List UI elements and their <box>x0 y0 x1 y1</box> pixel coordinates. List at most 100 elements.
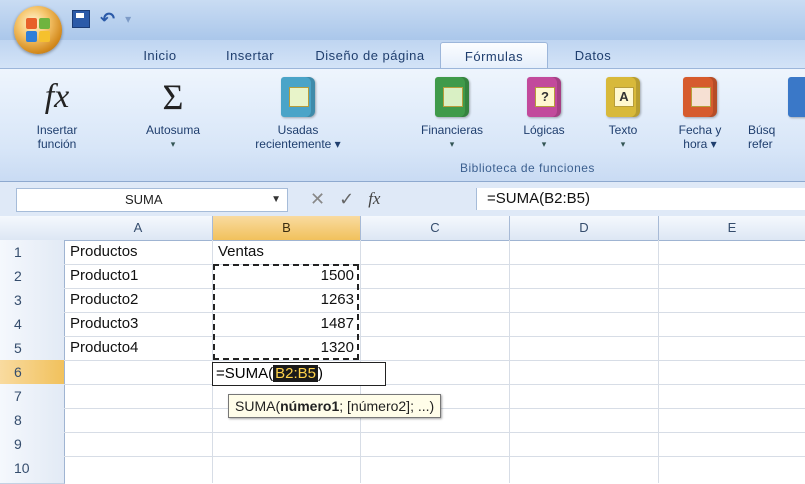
datetime-functions-button[interactable]: Fecha y hora ▾ <box>668 77 732 151</box>
row-header-9[interactable]: 9 <box>0 432 65 457</box>
tab-datos[interactable]: Datos <box>548 42 638 68</box>
lookup-functions-button[interactable]: Búsq refer <box>748 77 805 151</box>
gridline <box>64 456 805 457</box>
fx-icon: fx <box>44 78 70 115</box>
chevron-down-icon: ▾ <box>541 139 547 149</box>
text-book-icon: A <box>606 77 640 117</box>
gridline <box>64 360 805 361</box>
recent-label-1: Usadas <box>277 123 319 137</box>
qat-dropdown-icon[interactable]: ▾ <box>125 12 131 26</box>
row-number: 1 <box>14 244 22 260</box>
lookup-label-1: Búsq <box>748 123 776 137</box>
tab-insertar[interactable]: Insertar <box>200 42 300 68</box>
financial-label: Financieras <box>420 123 484 137</box>
row-header-7[interactable]: 7 <box>0 384 65 409</box>
gridline <box>64 336 805 337</box>
row-number: 9 <box>14 436 22 452</box>
insert-function-label-2: función <box>37 137 77 151</box>
lookup-book-icon <box>788 77 805 117</box>
undo-icon[interactable]: ↶ <box>100 9 115 30</box>
chevron-down-icon: ▾ <box>170 139 176 149</box>
sigma-icon: Σ <box>162 77 184 117</box>
row-number: 6 <box>14 364 22 380</box>
formula-suffix: ) <box>317 365 323 382</box>
cell-b6-editing[interactable]: =SUMA(B2:B5) <box>212 362 386 386</box>
chevron-down-icon: ▾ <box>449 139 455 149</box>
tooltip-function: SUMA( <box>235 398 281 414</box>
datetime-book-icon <box>683 77 717 117</box>
financial-book-icon <box>435 77 469 117</box>
save-icon[interactable] <box>72 10 90 28</box>
cell-a4[interactable]: Producto3 <box>70 312 138 336</box>
row-header-6[interactable]: 6 <box>0 360 65 385</box>
tab-formulas[interactable]: Fórmulas <box>440 42 548 69</box>
row-header-4[interactable]: 4 <box>0 312 65 337</box>
cancel-icon[interactable]: ✕ <box>310 189 325 210</box>
recent-functions-button[interactable]: Usadas recientemente ▾ <box>238 77 358 151</box>
cell-a2[interactable]: Producto1 <box>70 264 138 288</box>
row-header-10[interactable]: 10 <box>0 456 65 484</box>
tooltip-current-argument: número1 <box>280 398 340 414</box>
gridline <box>509 240 510 483</box>
cell-a1[interactable]: Productos <box>70 240 138 264</box>
recent-label-2: recientemente ▾ <box>255 137 341 151</box>
tab-diseno-pagina[interactable]: Diseño de página <box>300 42 440 68</box>
row-number: 8 <box>14 412 22 428</box>
function-tooltip[interactable]: SUMA(número1; [número2]; ...) <box>228 394 442 418</box>
row-header-8[interactable]: 8 <box>0 408 65 433</box>
text-functions-button[interactable]: A Texto ▾ <box>598 77 648 151</box>
formula-buttons: ✕ ✓ fx <box>310 186 380 212</box>
gridline <box>64 312 805 313</box>
enter-icon[interactable]: ✓ <box>339 189 354 210</box>
cell-a3[interactable]: Producto2 <box>70 288 138 312</box>
ribbon-tabs: Inicio Insertar Diseño de página Fórmula… <box>120 42 638 69</box>
column-header-e[interactable]: E <box>659 216 805 241</box>
name-box[interactable]: SUMA ▼ <box>16 188 288 212</box>
chevron-down-icon: ▾ <box>620 139 626 149</box>
formula-prefix: =SUMA( <box>216 365 274 382</box>
formula-range-highlight: B2:B5 <box>273 365 318 382</box>
datetime-label-1: Fecha y <box>678 123 722 137</box>
row-header-2[interactable]: 2 <box>0 264 65 289</box>
row-header-1[interactable]: 1 <box>0 240 65 265</box>
row-header-3[interactable]: 3 <box>0 288 65 313</box>
row-number: 3 <box>14 292 22 308</box>
autosum-button[interactable]: Σ Autosuma ▾ <box>128 77 218 151</box>
insert-function-button[interactable]: fx Insertar función <box>22 77 92 151</box>
quick-access-toolbar: ↶ ▾ <box>72 6 192 32</box>
datetime-label-2: hora ▾ <box>683 137 717 151</box>
tooltip-rest: ; [número2]; ...) <box>339 398 435 414</box>
selection-marquee <box>213 264 359 360</box>
insert-function-icon[interactable]: fx <box>368 189 380 209</box>
row-number: 10 <box>14 460 30 476</box>
tab-inicio[interactable]: Inicio <box>120 42 200 68</box>
logical-book-icon: ? <box>527 77 561 117</box>
logical-functions-button[interactable]: ? Lógicas ▾ <box>512 77 576 151</box>
office-logo-icon <box>26 18 50 42</box>
name-box-value: SUMA <box>125 192 163 207</box>
row-number: 2 <box>14 268 22 284</box>
cell-b1[interactable]: Ventas <box>218 240 264 264</box>
column-header-b[interactable]: B <box>213 216 361 241</box>
formula-input[interactable]: =SUMA(B2:B5) <box>476 188 805 210</box>
gridline <box>658 240 659 483</box>
function-library-group-label: Biblioteca de funciones <box>460 161 595 175</box>
row-number: 5 <box>14 340 22 356</box>
row-header-5[interactable]: 5 <box>0 336 65 361</box>
select-all-corner[interactable] <box>0 216 65 241</box>
text-label: Texto <box>608 123 638 137</box>
row-number: 7 <box>14 388 22 404</box>
insert-function-label-1: Insertar <box>36 123 78 137</box>
gridline <box>64 288 805 289</box>
cell-a5[interactable]: Producto4 <box>70 336 138 360</box>
column-header-a[interactable]: A <box>64 216 213 241</box>
gridline <box>64 384 805 385</box>
office-button[interactable] <box>14 6 62 54</box>
financial-functions-button[interactable]: Financieras ▾ <box>396 77 508 151</box>
column-header-d[interactable]: D <box>510 216 659 241</box>
chevron-down-icon[interactable]: ▼ <box>271 189 281 211</box>
logical-label: Lógicas <box>523 123 565 137</box>
lookup-label-2: refer <box>748 137 773 151</box>
worksheet-grid: A B C D E 1 2 3 4 5 6 7 8 9 10 Productos… <box>0 216 805 484</box>
column-header-c[interactable]: C <box>361 216 510 241</box>
